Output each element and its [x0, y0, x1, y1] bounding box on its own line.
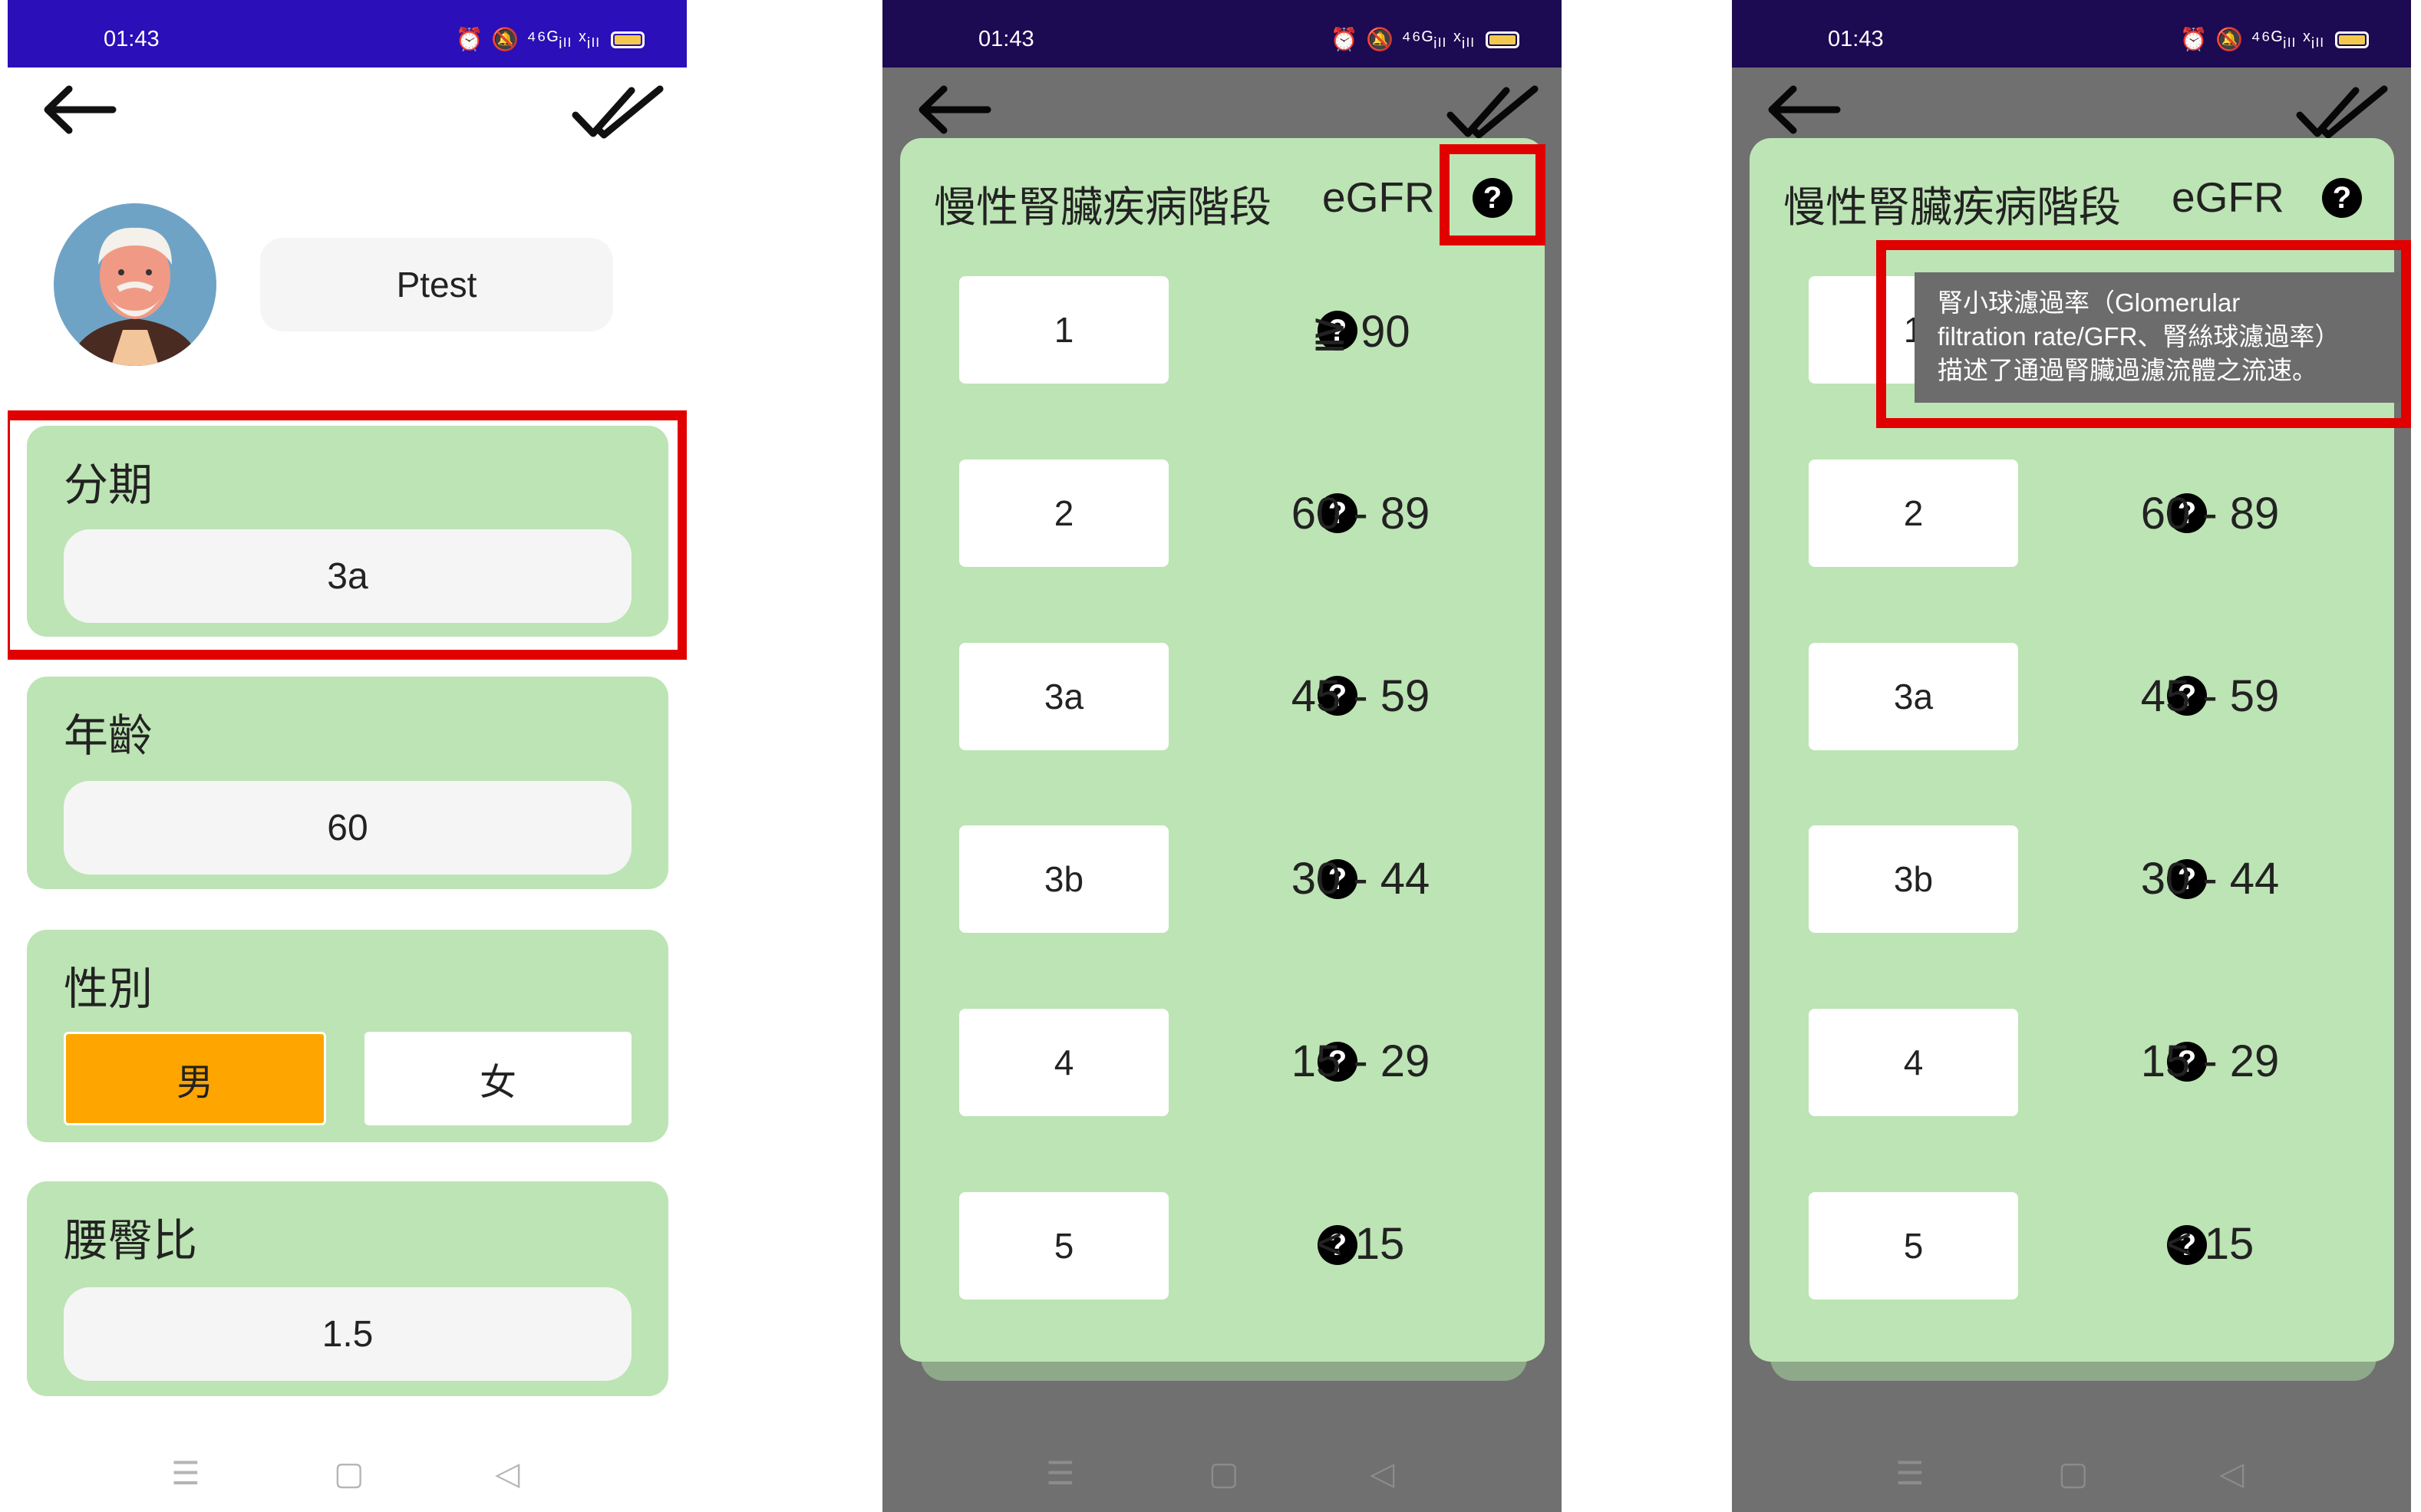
stage-field[interactable]: 3a [64, 529, 632, 623]
status-bar: 01:43 ⏰ 🔕 ⁴⁶ᴳᵢₗₗ ˣᵢₗₗ [882, 0, 1562, 68]
nav-back-icon[interactable]: ◁ [1370, 1454, 1394, 1492]
egfr-help-icon[interactable]: ? [1473, 178, 1512, 218]
stage-option-2[interactable]: 2 [1809, 460, 2018, 567]
status-time: 01:43 [978, 27, 1034, 51]
whr-label: 腰臀比 [64, 1216, 198, 1266]
age-label: 年齡 [64, 711, 153, 761]
stage-4-range: 15 - 29 [2140, 1036, 2280, 1086]
stage-4-range: 15 - 29 [1291, 1036, 1430, 1086]
stage-option-3b[interactable]: 3b [959, 825, 1169, 933]
stage-card: 分期 3a [27, 426, 668, 637]
sex-male-button[interactable]: 男 [64, 1032, 326, 1125]
sex-label: 性別 [64, 964, 153, 1014]
status-icons-text: ⏰ 🔕 ⁴⁶ᴳᵢₗₗ ˣᵢₗₗ [2179, 28, 2324, 52]
stage-3a-range: 45 - 59 [2140, 671, 2280, 721]
screen-patient-form: 01:43 ⏰ 🔕 ⁴⁶ᴳᵢₗₗ ˣᵢₗₗ Ptest 分期 3a 年齡 60 … [8, 0, 687, 1512]
stage-1-range: ≧ 90 [1311, 307, 1410, 357]
stage-3b-range: 30 - 44 [1291, 854, 1430, 904]
status-bar: 01:43 ⏰ 🔕 ⁴⁶ᴳᵢₗₗ ˣᵢₗₗ [1732, 0, 2411, 68]
back-arrow-icon[interactable] [40, 83, 117, 137]
patient-name[interactable]: Ptest [260, 238, 613, 331]
stage-option-2[interactable]: 2 [959, 460, 1169, 567]
stage-option-1[interactable]: 1 [959, 276, 1169, 384]
sex-card: 性別 男 女 [27, 930, 668, 1142]
status-icons: ⏰ 🔕 ⁴⁶ᴳᵢₗₗ ˣᵢₗₗ [456, 26, 645, 53]
egfr-header: eGFR [2172, 173, 2284, 221]
status-icons-text: ⏰ 🔕 ⁴⁶ᴳᵢₗₗ ˣᵢₗₗ [1330, 28, 1475, 52]
system-nav-bar: ☰ ▢ ◁ [1732, 1454, 2411, 1512]
status-time: 01:43 [1828, 27, 1884, 51]
home-icon[interactable]: ▢ [2058, 1454, 2089, 1492]
status-icons: ⏰ 🔕 ⁴⁶ᴳᵢₗₗ ˣᵢₗₗ [2180, 26, 2369, 53]
stage-option-3a[interactable]: 3a [959, 643, 1169, 750]
age-card: 年齡 60 [27, 677, 668, 889]
status-icons-text: ⏰ 🔕 ⁴⁶ᴳᵢₗₗ ˣᵢₗₗ [455, 28, 600, 52]
stage-5-range: < 15 [2165, 1219, 2254, 1269]
ckd-stage-dialog: 慢性腎臟疾病階段 eGFR ? 1 ? ≧ 90 2 ? 60 - 89 3a … [900, 138, 1545, 1362]
home-icon[interactable]: ▢ [1209, 1454, 1239, 1492]
sex-female-button[interactable]: 女 [364, 1032, 632, 1125]
stage-option-5[interactable]: 5 [1809, 1192, 2018, 1300]
stage-option-3b[interactable]: 3b [1809, 825, 2018, 933]
stage-3b-range: 30 - 44 [2140, 854, 2280, 904]
home-icon[interactable]: ▢ [334, 1454, 364, 1492]
dialog-title: 慢性腎臟疾病階段 [1783, 183, 2122, 231]
status-icons: ⏰ 🔕 ⁴⁶ᴳᵢₗₗ ˣᵢₗₗ [1331, 26, 1519, 53]
stage-option-4[interactable]: 4 [959, 1009, 1169, 1116]
stage-2-range: 60 - 89 [1291, 489, 1430, 539]
tooltip-line-1: 腎小球濾過率（Glomerular [1938, 288, 2241, 317]
egfr-help-icon[interactable]: ? [2322, 178, 2362, 218]
app-bar [8, 68, 687, 167]
nav-back-icon[interactable]: ◁ [495, 1454, 519, 1492]
tooltip-line-2: filtration rate/GFR、腎絲球濾過率） [1938, 322, 2340, 351]
stage-option-5[interactable]: 5 [959, 1192, 1169, 1300]
screen-ckd-stage-dialog: 01:43 ⏰ 🔕 ⁴⁶ᴳᵢₗₗ ˣᵢₗₗ 慢性腎臟疾病階段 eGFR ? 1 … [882, 0, 1562, 1512]
status-time: 01:43 [104, 27, 160, 51]
stage-label: 分期 [64, 460, 153, 510]
screen-egfr-tooltip: 01:43 ⏰ 🔕 ⁴⁶ᴳᵢₗₗ ˣᵢₗₗ 慢性腎臟疾病階段 eGFR ? 1 … [1732, 0, 2411, 1512]
nav-back-icon[interactable]: ◁ [2219, 1454, 2244, 1492]
battery-icon [1486, 31, 1519, 48]
menu-icon[interactable]: ☰ [1046, 1454, 1075, 1492]
stage-3a-range: 45 - 59 [1291, 671, 1430, 721]
system-nav-bar: ☰ ▢ ◁ [882, 1454, 1562, 1512]
egfr-header: eGFR [1322, 173, 1435, 221]
avatar[interactable] [54, 203, 216, 366]
stage-option-3a[interactable]: 3a [1809, 643, 2018, 750]
status-bar: 01:43 ⏰ 🔕 ⁴⁶ᴳᵢₗₗ ˣᵢₗₗ [8, 0, 687, 68]
stage-2-range: 60 - 89 [2140, 489, 2280, 539]
confirm-double-check-icon[interactable] [572, 83, 664, 144]
menu-icon[interactable]: ☰ [171, 1454, 200, 1492]
tooltip-line-3: 描述了通過腎臟過濾流體之流速。 [1938, 356, 2317, 384]
age-field[interactable]: 60 [64, 781, 632, 875]
system-nav-bar: ☰ ▢ ◁ [8, 1454, 687, 1512]
stage-5-range: < 15 [1316, 1219, 1405, 1269]
menu-icon[interactable]: ☰ [1895, 1454, 1925, 1492]
dialog-title: 慢性腎臟疾病階段 [934, 183, 1272, 231]
egfr-tooltip: 腎小球濾過率（Glomerular filtration rate/GFR、腎絲… [1915, 272, 2404, 403]
whr-field[interactable]: 1.5 [64, 1287, 632, 1381]
battery-icon [611, 31, 645, 48]
stage-option-4[interactable]: 4 [1809, 1009, 2018, 1116]
battery-icon [2335, 31, 2369, 48]
whr-card: 腰臀比 1.5 [27, 1181, 668, 1396]
